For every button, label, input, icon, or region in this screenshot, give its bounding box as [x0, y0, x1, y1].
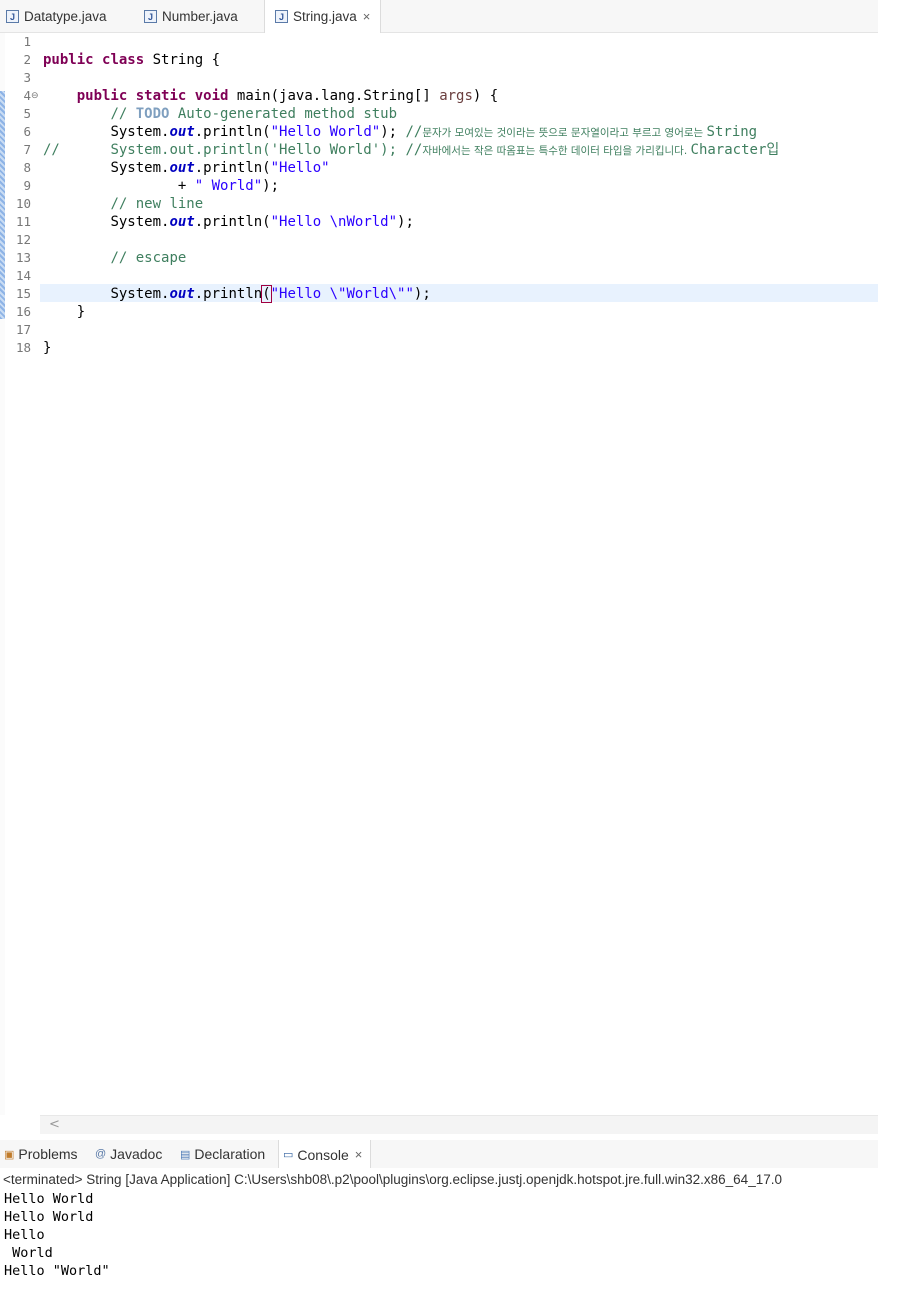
tab-datatype-java[interactable]: J Datatype.java [6, 0, 107, 32]
tab-number-java[interactable]: J Number.java [144, 0, 238, 32]
line-number: 7 [23, 142, 31, 157]
console-view[interactable]: <terminated> String [Java Application] C… [0, 1168, 878, 1305]
line-number: 2 [23, 52, 31, 67]
line-number: 15 [15, 286, 31, 301]
code-line: } [43, 340, 52, 356]
editor-tab-bar: J Datatype.java J Number.java J String.j… [0, 0, 878, 33]
fold-collapse-icon[interactable]: ⊖ [31, 87, 39, 105]
console-output-line: Hello World [4, 1209, 94, 1225]
tab-label: String.java [293, 9, 357, 24]
code-editor[interactable]: 1 2 3 4 ⊖ 5 6 7 8 9 10 11 12 13 14 15 16… [0, 33, 878, 1115]
line-number: 17 [15, 322, 31, 337]
horizontal-scrollbar[interactable]: < [40, 1115, 878, 1134]
bottom-panel-tab-bar: ▣ Problems @ Javadoc ▤ Declaration ▭ Con… [0, 1140, 878, 1169]
console-output-line: Hello "World" [4, 1263, 110, 1279]
tab-label: Datatype.java [24, 8, 107, 24]
java-file-icon: J [144, 9, 157, 23]
window-right-margin [878, 0, 900, 1305]
line-number: 9 [23, 178, 31, 193]
code-line: public static void main(java.lang.String… [76, 88, 499, 104]
scroll-left-icon[interactable]: < [49, 1116, 60, 1134]
tab-javadoc[interactable]: @ Javadoc [95, 1140, 162, 1168]
console-icon: ▭ [283, 1149, 294, 1161]
console-status-line: <terminated> String [Java Application] C… [3, 1172, 782, 1187]
line-number: 14 [15, 268, 31, 283]
code-line: } [76, 304, 86, 320]
code-line: System.out.println("Hello \"World\""); [110, 285, 431, 303]
code-line: // System.out.println('Hello World'); //… [43, 142, 780, 158]
java-file-icon: J [6, 9, 19, 23]
line-number: 18 [15, 340, 31, 355]
problems-icon: ▣ [4, 1148, 15, 1161]
declaration-icon: ▤ [180, 1148, 191, 1161]
tab-label: Number.java [162, 8, 238, 24]
console-output-line: Hello [4, 1227, 45, 1243]
line-number: 13 [15, 250, 31, 265]
code-line: System.out.println("Hello" [110, 160, 330, 176]
code-line: System.out.println("Hello \nWorld"); [110, 214, 414, 230]
line-number: 16 [15, 304, 31, 319]
code-line: // new line [110, 196, 204, 212]
code-line: System.out.println("Hello World"); //문자가… [110, 124, 758, 140]
close-icon[interactable]: × [363, 9, 371, 24]
code-line: // escape [110, 250, 187, 266]
code-line: // TODO Auto-generated method stub [110, 106, 398, 122]
code-line: + " World"); [177, 178, 280, 194]
line-number: 6 [23, 124, 31, 139]
java-file-icon: J [275, 10, 288, 23]
line-number: 3 [23, 70, 31, 85]
tab-declaration[interactable]: ▤ Declaration [180, 1140, 265, 1168]
javadoc-icon: @ [95, 1148, 107, 1160]
line-number: 12 [15, 232, 31, 247]
bracket-match-highlight: ( [261, 285, 272, 303]
tab-string-java[interactable]: J String.java × [264, 0, 382, 33]
tab-console[interactable]: ▭ Console × [278, 1140, 372, 1169]
line-number: 1 [23, 34, 31, 49]
line-number: 4 [23, 88, 31, 103]
tab-problems[interactable]: ▣ Problems [4, 1140, 78, 1168]
line-number: 5 [23, 106, 31, 121]
console-output-line: World [4, 1245, 53, 1261]
code-line: public class String { [43, 52, 221, 68]
line-number: 10 [15, 196, 31, 211]
close-icon[interactable]: × [355, 1147, 363, 1162]
console-output-line: Hello World [4, 1191, 94, 1207]
line-number: 11 [15, 214, 31, 229]
line-number: 8 [23, 160, 31, 175]
